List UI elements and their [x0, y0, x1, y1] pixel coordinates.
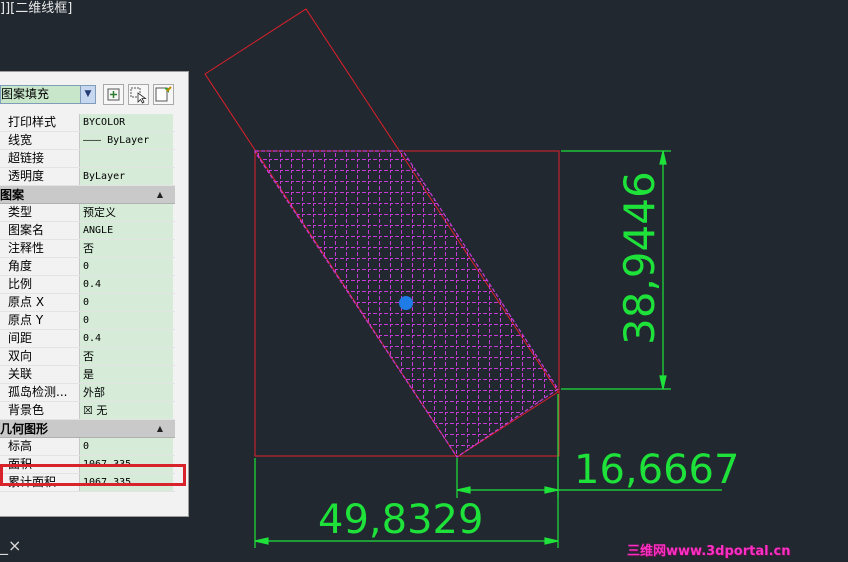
property-key: 标高 [8, 439, 33, 453]
section-geometry[interactable]: 几何图形 ▲ [0, 420, 175, 438]
property-key: 面积 [8, 457, 33, 471]
property-row[interactable]: 面积 1067.335 [0, 456, 175, 474]
property-row[interactable]: 孤岛检测... 外部 [0, 384, 175, 402]
ucs-icon: _× [0, 536, 22, 555]
section-label: 几何图形 [0, 422, 49, 436]
palette-toolbar: 图案填充 ▼ [0, 83, 189, 107]
pickadd-icon [107, 88, 120, 101]
property-value[interactable]: 0 [79, 294, 173, 311]
property-value[interactable]: 预定义 [79, 204, 173, 221]
property-key: 关联 [8, 367, 33, 381]
section-pattern[interactable]: 图案 ▲ [0, 186, 175, 204]
collapse-icon[interactable]: ▲ [157, 420, 163, 438]
property-key: 原点 Y [8, 313, 44, 327]
property-value[interactable]: ☒ 无 [79, 402, 173, 419]
property-row[interactable]: 关联 是 [0, 366, 175, 384]
dim-right-text: 16,6667 [574, 447, 739, 493]
property-value[interactable]: 是 [79, 366, 173, 383]
property-key: 图案名 [8, 223, 45, 237]
property-row[interactable]: 超链接 [0, 150, 175, 168]
object-type-select[interactable]: 图案填充 ▼ [0, 85, 96, 104]
property-key: 间距 [8, 331, 33, 345]
property-row[interactable]: 双向 否 [0, 348, 175, 366]
property-value[interactable]: 否 [79, 348, 173, 365]
property-row[interactable]: 标高 0 [0, 438, 175, 456]
property-key: 超链接 [8, 151, 45, 165]
properties-palette[interactable]: 图案填充 ▼ 打印样式 BYCOLOR 线宽 ——— ByLayer 超链接透明度 ByL… [0, 71, 189, 517]
hatch-grip[interactable] [399, 296, 413, 310]
toggle-pickadd-button[interactable] [103, 84, 124, 105]
section-label: 图案 [0, 188, 25, 202]
object-type-value: 图案填充 [1, 87, 50, 101]
property-key: 打印样式 [8, 115, 57, 129]
viewport-label[interactable]: ]][二维线框] [0, 0, 72, 16]
property-row[interactable]: 背景色 ☒ 无 [0, 402, 175, 420]
property-row[interactable]: 间距 0.4 [0, 330, 175, 348]
select-objects-button[interactable] [128, 84, 149, 105]
chevron-down-icon[interactable]: ▼ [80, 86, 95, 103]
property-value[interactable]: 0.4 [79, 276, 173, 293]
select-objects-icon [130, 87, 147, 104]
property-row[interactable]: 图案名 ANGLE [0, 222, 175, 240]
property-row[interactable]: 累计面积 1067.335 [0, 474, 175, 492]
property-key: 类型 [8, 205, 33, 219]
property-value[interactable]: 0 [79, 312, 173, 329]
property-value[interactable]: BYCOLOR [79, 114, 173, 131]
property-value[interactable]: 外部 [79, 384, 173, 401]
property-row[interactable]: 类型 预定义 [0, 204, 175, 222]
property-key: 角度 [8, 259, 33, 273]
property-row[interactable]: 角度 0 [0, 258, 175, 276]
properties-table: 打印样式 BYCOLOR 线宽 ——— ByLayer 超链接透明度 ByLayer 图案 ▲… [0, 114, 175, 492]
property-row[interactable]: 打印样式 BYCOLOR [0, 114, 175, 132]
property-value[interactable]: 0.4 [79, 330, 173, 347]
property-value[interactable]: 1067.335 [79, 456, 173, 473]
quick-select-icon [155, 86, 172, 102]
property-key: 累计面积 [8, 475, 57, 489]
property-key: 孤岛检测... [8, 385, 68, 399]
dim-vertical-text: 38,9446 [615, 171, 664, 345]
watermark: 三维网www.3dportal.cn [627, 544, 791, 559]
property-value[interactable]: ANGLE [79, 222, 173, 239]
property-value[interactable]: ——— ByLayer [79, 132, 173, 149]
property-value[interactable] [79, 150, 173, 167]
property-value[interactable]: 0 [79, 438, 173, 455]
property-row[interactable]: 注释性 否 [0, 240, 175, 258]
property-value[interactable]: 1067.335 [79, 474, 173, 491]
property-value[interactable]: 否 [79, 240, 173, 257]
property-row[interactable]: 透明度 ByLayer [0, 168, 175, 186]
property-key: 注释性 [8, 241, 45, 255]
property-key: 线宽 [8, 133, 33, 147]
property-row[interactable]: 原点 Y 0 [0, 312, 175, 330]
quick-select-button[interactable] [153, 84, 174, 105]
property-row[interactable]: 线宽 ——— ByLayer [0, 132, 175, 150]
dim-bottom-text: 49,8329 [318, 497, 483, 543]
property-key: 双向 [8, 349, 33, 363]
property-row[interactable]: 原点 X 0 [0, 294, 175, 312]
property-key: 背景色 [8, 403, 45, 417]
property-value[interactable]: ByLayer [79, 168, 173, 185]
collapse-icon[interactable]: ▲ [157, 186, 163, 204]
property-row[interactable]: 比例 0.4 [0, 276, 175, 294]
property-value[interactable]: 0 [79, 258, 173, 275]
property-key: 比例 [8, 277, 33, 291]
property-key: 透明度 [8, 169, 45, 183]
property-key: 原点 X [8, 295, 45, 309]
